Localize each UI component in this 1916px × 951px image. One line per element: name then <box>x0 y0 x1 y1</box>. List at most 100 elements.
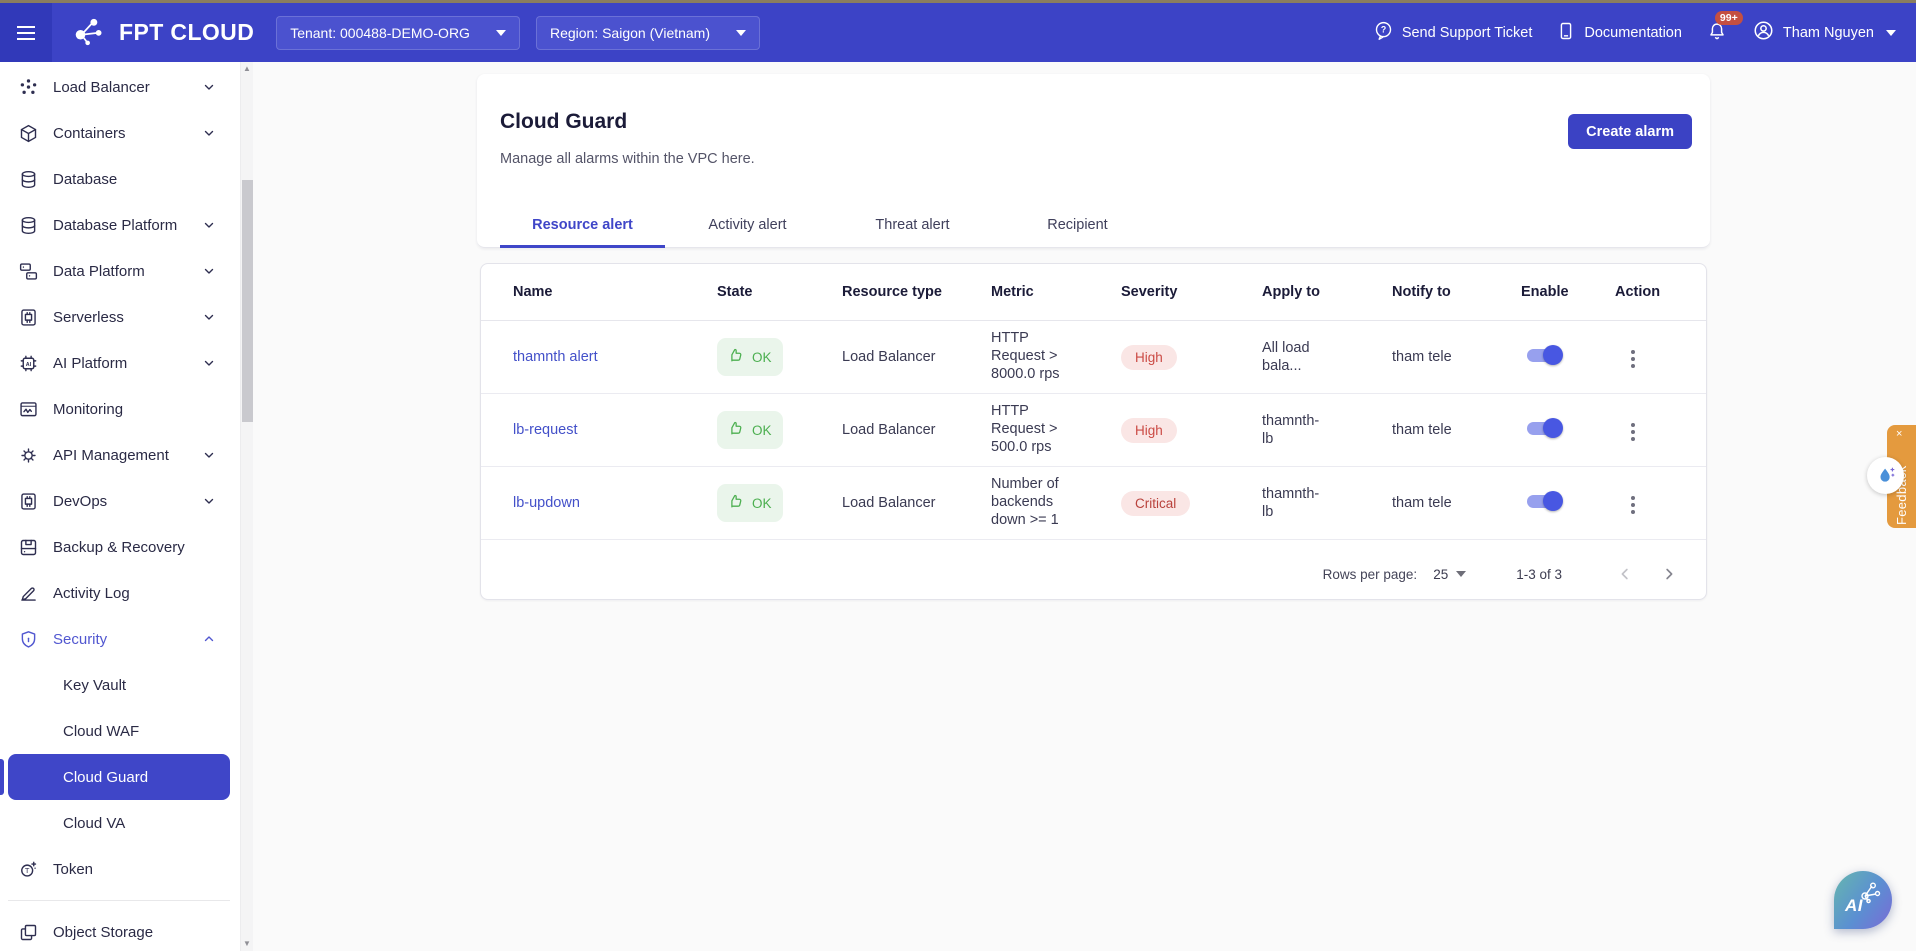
pagination-range: 1-3 of 3 <box>1516 566 1562 582</box>
column-header-state: State <box>717 284 753 300</box>
sidebar-item-load-balancer[interactable]: Load Balancer <box>8 64 230 110</box>
chevron-down-icon <box>202 218 216 232</box>
rows-per-page-select[interactable]: 25 <box>1433 567 1467 582</box>
top-navbar: FPT CLOUD Tenant: 000488-DEMO-ORG Region… <box>0 3 1916 62</box>
state-label: OK <box>752 422 772 438</box>
row-actions-menu[interactable] <box>1627 346 1639 372</box>
sidebar-scrollbar-thumb[interactable] <box>242 180 253 422</box>
chevron-down-icon <box>202 494 216 508</box>
svg-text:T: T <box>25 866 30 875</box>
pagination-prev-button[interactable] <box>1610 559 1640 589</box>
rows-per-page-label: Rows per page: <box>1322 566 1418 582</box>
ai-label: AI <box>1845 896 1863 915</box>
enable-toggle[interactable] <box>1525 418 1563 438</box>
sidebar-divider <box>8 900 230 901</box>
enable-toggle[interactable] <box>1525 345 1563 365</box>
sidebar-item-serverless[interactable]: Serverless <box>8 294 230 340</box>
scroll-up-arrow-icon[interactable]: ▲ <box>241 62 253 76</box>
tab-recipient[interactable]: Recipient <box>995 204 1160 248</box>
alarm-name-link[interactable]: lb-request <box>513 422 577 438</box>
notify-to-cell: tham tele <box>1392 495 1452 511</box>
menu-toggle-button[interactable] <box>0 3 52 62</box>
column-header-severity: Severity <box>1121 284 1178 300</box>
sidebar-item-containers[interactable]: Containers <box>8 110 230 156</box>
sidebar-item-activity-log[interactable]: Activity Log <box>8 570 230 616</box>
row-actions-menu[interactable] <box>1627 492 1639 518</box>
chevron-down-icon <box>495 29 506 36</box>
water-drop-icon[interactable] <box>1867 457 1904 494</box>
sidebar-item-monitoring[interactable]: Monitoring <box>8 386 230 432</box>
sidebar-item-data-platform[interactable]: Data Platform <box>8 248 230 294</box>
sidebar-item-database[interactable]: Database <box>8 156 230 202</box>
chevron-down-icon <box>736 29 747 36</box>
documentation-link[interactable]: Documentation <box>1556 21 1682 45</box>
serverless-icon <box>18 306 40 328</box>
alarm-name-link[interactable]: lb-updown <box>513 495 580 511</box>
sidebar-item-database-platform[interactable]: Database Platform <box>8 202 230 248</box>
sidebar-item-ai-platform[interactable]: AI AI Platform <box>8 340 230 386</box>
notifications-button[interactable]: 99+ <box>1706 10 1743 46</box>
tenant-label: Tenant: 000488-DEMO-ORG <box>290 24 470 41</box>
fpt-cloud-logo-icon <box>70 13 112 52</box>
metric-cell: Number of backends down >= 1 <box>991 476 1059 528</box>
tenant-selector[interactable]: Tenant: 000488-DEMO-ORG <box>276 15 520 50</box>
sidebar-item-object-storage[interactable]: Object Storage <box>8 909 230 951</box>
enable-toggle[interactable] <box>1525 491 1563 511</box>
page-subtitle: Manage all alarms within the VPC here. <box>500 150 755 167</box>
tab-threat-alert[interactable]: Threat alert <box>830 204 995 248</box>
tab-resource-alert[interactable]: Resource alert <box>500 204 665 248</box>
table-row: lb-updown OK Load Balancer Number of bac… <box>481 467 1706 540</box>
page-title: Cloud Guard <box>500 110 628 134</box>
sidebar-item-key-vault[interactable]: Key Vault <box>8 662 230 708</box>
metric-cell: HTTP Request > 500.0 rps <box>991 403 1058 455</box>
brand-logo[interactable]: FPT CLOUD <box>70 13 254 52</box>
activity-log-icon <box>18 582 40 604</box>
thumbs-up-icon <box>728 493 745 513</box>
avatar-icon <box>1752 19 1775 46</box>
object-storage-icon <box>18 921 40 943</box>
table-header-row: Name State Resource type Metric Severity Appl… <box>481 264 1706 321</box>
sidebar-item-cloud-guard[interactable]: Cloud Guard <box>0 754 230 800</box>
ai-platform-icon: AI <box>18 352 40 374</box>
pagination-next-button[interactable] <box>1654 559 1684 589</box>
user-name: Tham Nguyen <box>1782 24 1874 41</box>
sidebar: Load Balancer Containers Database Databa… <box>0 62 240 951</box>
chevron-down-icon <box>202 126 216 140</box>
resource-type-cell: Load Balancer <box>842 349 936 365</box>
sidebar-item-api-management[interactable]: API Management <box>8 432 230 478</box>
documentation-icon <box>1556 21 1576 45</box>
column-header-apply-to: Apply to <box>1262 284 1320 300</box>
state-label: OK <box>752 349 772 365</box>
table-row: thamnth alert OK Load Balancer HTTP Requ… <box>481 321 1706 394</box>
support-ticket-icon: ? <box>1373 20 1394 45</box>
tab-activity-alert[interactable]: Activity alert <box>665 204 830 248</box>
apply-to-cell: thamnth-lb <box>1262 485 1320 520</box>
data-platform-icon <box>18 260 40 282</box>
api-management-icon <box>18 444 40 466</box>
user-menu[interactable]: Tham Nguyen <box>1752 19 1896 46</box>
database-platform-icon <box>18 214 40 236</box>
ai-assistant-button[interactable]: AI <box>1834 871 1892 929</box>
sidebar-scrollbar[interactable]: ▲ ▼ <box>240 62 253 951</box>
feedback-tab[interactable]: × Feedback <box>1867 425 1916 528</box>
column-header-resource-type: Resource type <box>842 284 942 300</box>
sidebar-item-token[interactable]: T Token <box>8 846 230 892</box>
row-actions-menu[interactable] <box>1627 419 1639 445</box>
notify-to-cell: tham tele <box>1392 349 1452 365</box>
sidebar-item-cloud-va[interactable]: Cloud VA <box>8 800 230 846</box>
sidebar-item-cloud-waf[interactable]: Cloud WAF <box>8 708 230 754</box>
support-ticket-link[interactable]: ? Send Support Ticket <box>1373 20 1532 45</box>
feedback-close-icon[interactable]: × <box>1896 429 1902 440</box>
backup-recovery-icon <box>18 536 40 558</box>
sidebar-item-backup-recovery[interactable]: Backup & Recovery <box>8 524 230 570</box>
sidebar-item-devops[interactable]: DevOps <box>8 478 230 524</box>
sidebar-item-security[interactable]: Security <box>8 616 230 662</box>
create-alarm-button[interactable]: Create alarm <box>1568 114 1692 149</box>
region-selector[interactable]: Region: Saigon (Vietnam) <box>535 15 761 50</box>
alarm-name-link[interactable]: thamnth alert <box>513 349 598 365</box>
metric-cell: HTTP Request > 8000.0 rps <box>991 330 1060 382</box>
alert-tabs: Resource alert Activity alert Threat alert… <box>500 204 1160 248</box>
scroll-down-arrow-icon[interactable]: ▼ <box>241 937 253 951</box>
column-header-action: Action <box>1615 284 1661 300</box>
region-label: Region: Saigon (Vietnam) <box>549 24 711 41</box>
